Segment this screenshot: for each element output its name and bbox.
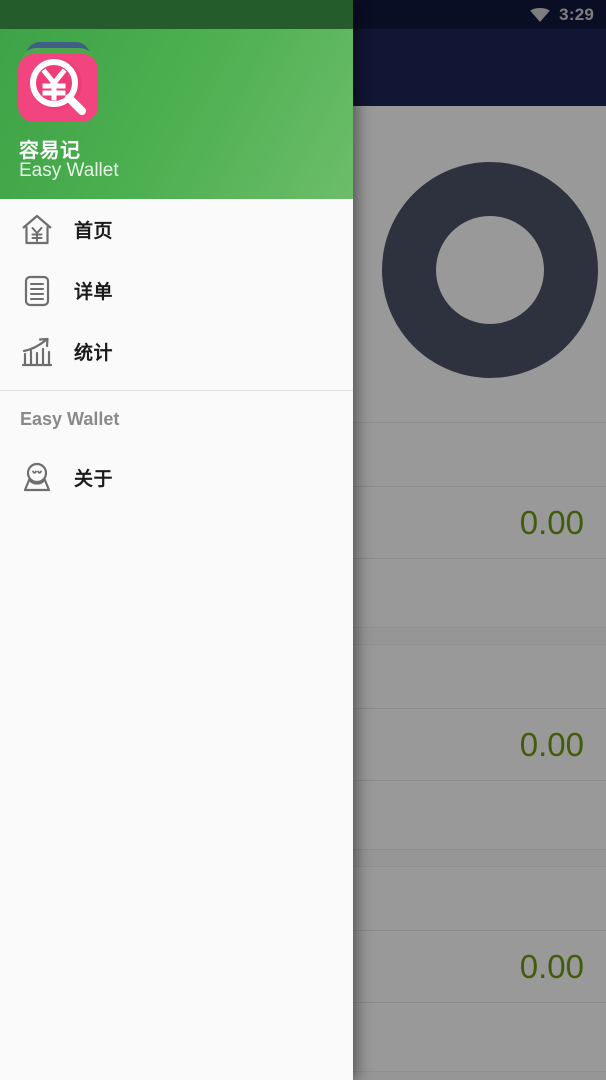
drawer-app-subtitle: Easy Wallet xyxy=(19,160,119,181)
sidebar-item-label: 统计 xyxy=(74,343,114,364)
bar-chart-trend-icon xyxy=(0,334,74,370)
sidebar-item-label: 关于 xyxy=(74,469,114,490)
sidebar-item-home[interactable]: 首页 xyxy=(0,199,353,260)
home-yen-icon xyxy=(0,212,74,248)
sidebar-item-label: 首页 xyxy=(74,221,114,242)
document-list-icon xyxy=(0,273,74,309)
app-logo-icon xyxy=(14,38,102,126)
wifi-icon xyxy=(530,7,551,22)
screen: 3:29 0.00 0.00 0.00 容易记 Easy Wallet 首页 详… xyxy=(0,0,606,1080)
sidebar-item-statistics[interactable]: 统计 xyxy=(0,321,353,382)
card-amount: 0.00 xyxy=(519,947,584,985)
sidebar-item-about[interactable]: 关于 xyxy=(0,447,353,508)
sidebar-item-details[interactable]: 详单 xyxy=(0,260,353,321)
drawer-menu: 首页 详单 统计 Easy Wallet 关于 xyxy=(0,199,353,508)
status-bar-right: 3:29 xyxy=(530,0,594,29)
donut-chart xyxy=(382,162,598,378)
sidebar-item-label: 详单 xyxy=(74,282,114,303)
person-smiley-icon xyxy=(0,460,74,496)
drawer-header: 容易记 Easy Wallet xyxy=(0,29,353,199)
navigation-drawer: 容易记 Easy Wallet 首页 详单 统计 Easy Wallet 关于 xyxy=(0,0,353,1080)
drawer-section-header: Easy Wallet xyxy=(20,408,120,429)
status-bar-clock: 3:29 xyxy=(559,4,594,24)
drawer-status-bar xyxy=(0,0,353,29)
card-amount: 0.00 xyxy=(519,725,584,763)
drawer-app-title: 容易记 xyxy=(19,140,81,162)
card-amount: 0.00 xyxy=(519,503,584,541)
